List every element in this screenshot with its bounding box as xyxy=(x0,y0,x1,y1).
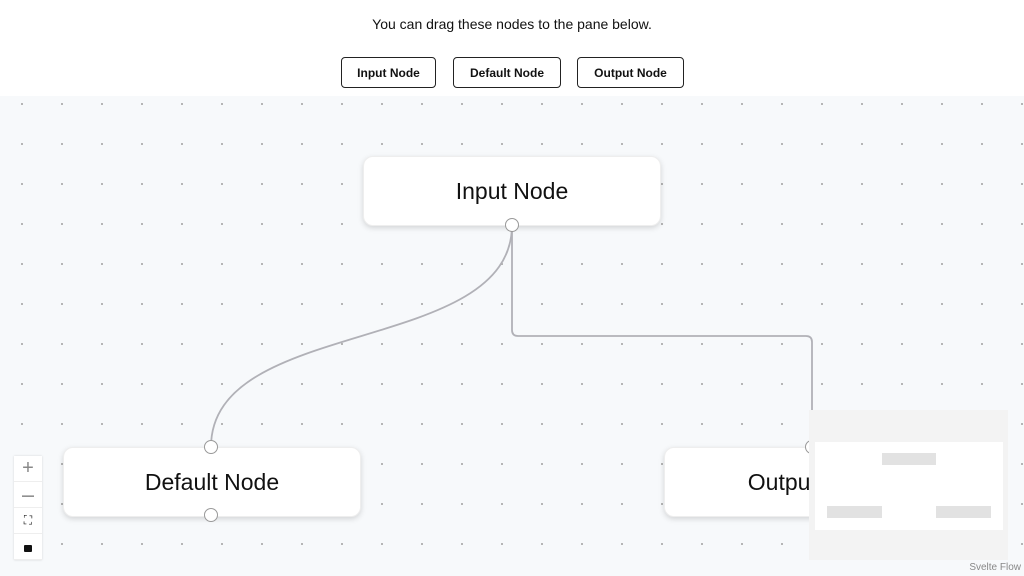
plus-icon: + xyxy=(22,457,34,479)
default-node[interactable]: Default Node xyxy=(63,447,361,517)
edge-input-output xyxy=(511,225,813,447)
unlock-icon xyxy=(24,545,32,552)
default-node-button[interactable]: Default Node xyxy=(453,57,561,88)
fit-view-icon: ⛶ xyxy=(23,513,33,527)
target-handle[interactable] xyxy=(204,440,218,454)
fit-view-button[interactable]: ⛶ xyxy=(14,508,42,534)
source-handle[interactable] xyxy=(204,508,218,522)
output-node-button[interactable]: Output Node xyxy=(577,57,684,88)
minimap-node xyxy=(882,453,936,465)
minimap-node xyxy=(827,506,882,518)
zoom-in-button[interactable]: + xyxy=(14,456,42,482)
minimap[interactable] xyxy=(809,410,1008,560)
zoom-out-button[interactable]: — xyxy=(14,482,42,508)
sidebar-toolbar: You can drag these nodes to the pane bel… xyxy=(0,0,1024,96)
minimap-node xyxy=(936,506,991,518)
input-node-button[interactable]: Input Node xyxy=(341,57,436,88)
edge-input-default xyxy=(210,224,513,448)
drag-hint: You can drag these nodes to the pane bel… xyxy=(372,16,652,32)
flow-pane[interactable]: Input Node Default Node Output Node + — … xyxy=(0,96,1024,576)
node-label: Input Node xyxy=(455,177,569,204)
node-label: Default Node xyxy=(144,468,280,495)
attribution[interactable]: Svelte Flow xyxy=(969,562,1021,573)
minus-icon: — xyxy=(22,487,34,502)
input-node[interactable]: Input Node xyxy=(363,156,661,226)
lock-button[interactable] xyxy=(14,534,42,560)
source-handle[interactable] xyxy=(505,218,519,232)
controls: + — ⛶ xyxy=(14,456,42,560)
